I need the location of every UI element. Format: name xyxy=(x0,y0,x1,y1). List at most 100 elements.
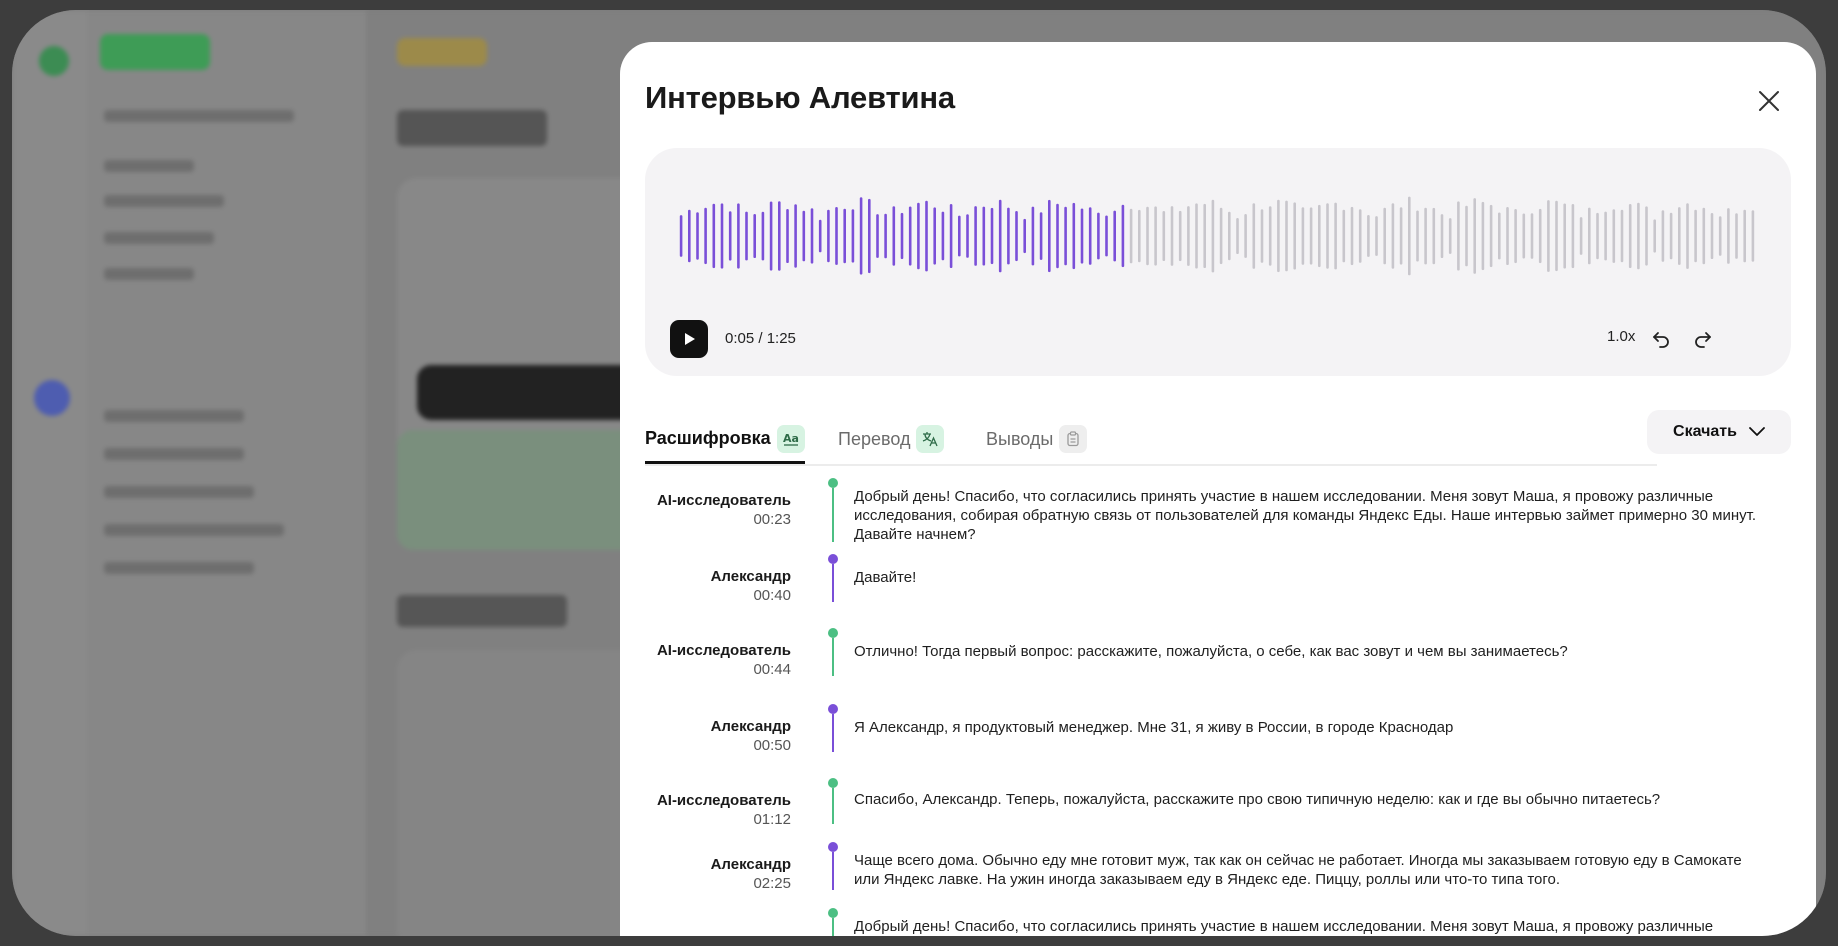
waveform-bar xyxy=(1015,211,1018,262)
background-line xyxy=(104,160,194,172)
tab-bar: Расшифровка Aa Перевод Выводы xyxy=(645,416,1657,466)
waveform-bar xyxy=(1555,200,1558,272)
tab-transcript-label: Расшифровка xyxy=(645,428,771,448)
close-button[interactable] xyxy=(1754,86,1784,116)
waveform-bar xyxy=(1138,209,1141,263)
waveform-bar xyxy=(1162,211,1166,261)
waveform-bar xyxy=(1588,207,1591,265)
waveform-bar xyxy=(1211,199,1215,273)
waveform-bar xyxy=(1375,216,1378,256)
waveform-bar xyxy=(1391,203,1395,269)
waveform-bar xyxy=(827,209,830,263)
waveform-bar xyxy=(1146,206,1149,266)
speaker-timestamp[interactable]: 00:50 xyxy=(591,736,791,756)
waveform[interactable] xyxy=(677,186,1757,286)
waveform-bar xyxy=(1727,208,1730,264)
waveform-bar xyxy=(1473,198,1476,274)
waveform-bar xyxy=(1408,196,1411,276)
waveform-bar xyxy=(1350,206,1354,266)
rewind-button[interactable] xyxy=(1650,328,1672,350)
speed-button[interactable]: 1.0x xyxy=(1607,328,1635,345)
waveform-bar xyxy=(900,212,904,260)
message-text: Я Александр, я продуктовый менеджер. Мне… xyxy=(854,719,1454,736)
waveform-bar xyxy=(1260,209,1264,263)
background-line xyxy=(104,268,194,280)
waveform-bar xyxy=(1694,209,1697,263)
message-text: Отлично! Тогда первый вопрос: расскажите… xyxy=(854,643,1568,660)
waveform-bar xyxy=(1064,206,1067,266)
waveform-bar xyxy=(843,208,846,264)
waveform-bar xyxy=(1236,218,1239,254)
speaker-timestamp[interactable]: 02:25 xyxy=(591,874,791,894)
waveform-bar xyxy=(1661,210,1665,262)
waveform-bar xyxy=(1506,207,1509,265)
waveform-bar xyxy=(933,207,936,265)
background-line xyxy=(104,448,244,460)
waveform-bar xyxy=(1399,207,1403,265)
modal-title: Интервью Алевтина xyxy=(645,80,955,115)
waveform-bar xyxy=(1285,200,1288,272)
waveform-bar xyxy=(1277,199,1280,273)
waveform-bar xyxy=(769,201,773,271)
waveform-bar xyxy=(1735,213,1738,259)
timeline-marker xyxy=(828,478,838,542)
speaker-timestamp[interactable]: 00:44 xyxy=(591,660,791,680)
waveform-bar xyxy=(1088,207,1092,265)
speaker-name: AI-исследователь xyxy=(656,642,791,659)
speaker-name: AI-исследователь xyxy=(656,492,791,509)
waveform-bar xyxy=(720,203,724,269)
waveform-bar xyxy=(1718,216,1722,256)
play-button[interactable] xyxy=(670,320,708,358)
waveform-bar xyxy=(1367,215,1370,257)
speaker-timestamp[interactable]: 00:23 xyxy=(591,510,791,530)
tab-transcript[interactable]: Расшифровка Aa xyxy=(645,416,805,464)
waveform-bar xyxy=(1039,212,1043,260)
download-button[interactable]: Скачать xyxy=(1647,410,1791,454)
waveform-bar xyxy=(1170,206,1174,266)
tab-translation-label: Перевод xyxy=(838,428,911,449)
waveform-bar xyxy=(1596,212,1599,260)
speaker-name: Александр xyxy=(710,718,791,735)
waveform-bar xyxy=(925,200,928,272)
waveform-bar xyxy=(1268,206,1272,266)
waveform-bar xyxy=(1620,209,1624,263)
waveform-bar xyxy=(1522,213,1526,259)
close-icon xyxy=(1759,91,1779,111)
waveform-bar xyxy=(835,207,838,265)
waveform-bar xyxy=(1048,199,1051,273)
speaker-name: AI-исследователь xyxy=(656,792,791,809)
waveform-bar xyxy=(949,204,953,268)
waveform-bar xyxy=(1424,207,1427,265)
background-line xyxy=(104,562,254,574)
svg-text:Aa: Aa xyxy=(783,432,799,445)
background-rail xyxy=(12,10,87,936)
waveform-bar xyxy=(917,202,920,270)
waveform-bar xyxy=(761,211,765,261)
waveform-bar xyxy=(1465,205,1468,267)
waveform-bar xyxy=(1244,214,1247,258)
waveform-bar xyxy=(859,197,863,275)
speaker-timestamp[interactable]: 01:12 xyxy=(591,810,791,830)
tab-translation[interactable]: Перевод xyxy=(838,416,945,462)
audio-player: 0:05 / 1:25 1.0x xyxy=(645,148,1791,376)
tab-conclusions[interactable]: Выводы xyxy=(986,416,1088,462)
playback-time: 0:05 / 1:25 xyxy=(725,330,796,347)
waveform-bar xyxy=(966,214,969,258)
waveform-bar xyxy=(1195,203,1198,269)
background-line xyxy=(104,232,214,244)
waveform-bar xyxy=(1457,201,1460,271)
speaker-block: AI-исследователь 00:23 xyxy=(591,492,791,530)
waveform-bar xyxy=(786,209,789,263)
waveform-bar xyxy=(1530,213,1534,259)
waveform-bar xyxy=(688,209,691,263)
waveform-bar xyxy=(1293,202,1296,270)
waveform-bar xyxy=(1686,203,1689,269)
speaker-timestamp[interactable]: 00:40 xyxy=(591,586,791,606)
waveform-bar xyxy=(1318,204,1321,268)
message-text: Давайте! xyxy=(854,569,917,586)
background-line xyxy=(104,486,254,498)
waveform-bar xyxy=(1080,208,1084,264)
forward-button[interactable] xyxy=(1692,328,1714,350)
waveform-bar xyxy=(1178,210,1182,262)
waveform-bar xyxy=(794,204,797,268)
